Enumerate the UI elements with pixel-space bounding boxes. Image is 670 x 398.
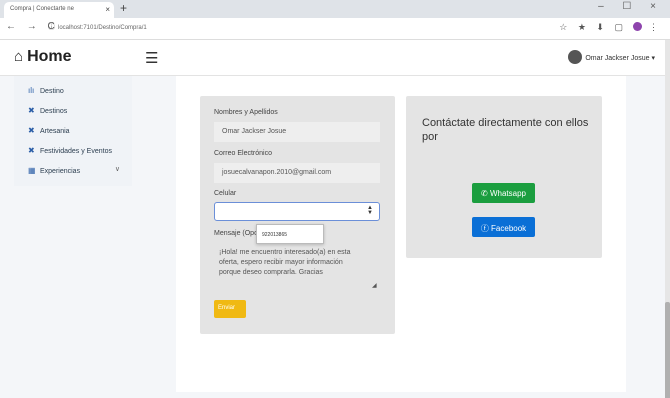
browser-toolbar: ☆ ★ ⬇ ▢ ⋮ [559, 22, 662, 33]
message-label: Mensaje (Opc [214, 230, 258, 237]
whatsapp-button[interactable]: ✆ Whatsapp [472, 183, 535, 203]
info-icon[interactable]: ⓘ [48, 24, 55, 31]
email-label: Correo Electrónico [214, 150, 272, 157]
purchase-form-panel: Nombres y Apellidos Omar Jackser Josue C… [200, 96, 395, 334]
facebook-button[interactable]: ⓕ Facebook [472, 217, 535, 237]
contact-panel: Contáctate directamente con ellos por ✆ … [406, 96, 602, 258]
contact-title-line: Contáctate directamente con ellos [422, 117, 589, 129]
sidebar-item-label: Experiencias [40, 168, 81, 175]
contact-title-line: por [422, 131, 438, 143]
sidebar-item-artesania[interactable]: ✖ Artesania [14, 120, 132, 140]
whatsapp-icon: ✆ [481, 189, 488, 198]
sidebar-item-label: Destino [40, 88, 64, 95]
url-field[interactable]: ⓘ localhost:7101/Destino/Compra/1 [48, 22, 147, 32]
close-tab-icon[interactable]: × [105, 5, 110, 14]
tools-icon: ✖ [28, 126, 35, 135]
scrollbar-thumb[interactable] [665, 302, 670, 398]
sidebar-item-label: Artesania [40, 128, 70, 135]
sidebar-item-label: Festividades y Eventos [40, 148, 112, 155]
message-line: porque deseo comprarla. Gracias [219, 269, 323, 276]
browser-address-bar: ← → C ⓘ localhost:7101/Destino/Compra/1 ☆… [0, 18, 670, 40]
tab-title: Compra | Conectarte ne [10, 6, 74, 12]
autocomplete-suggestion[interactable]: 922013865 [256, 224, 324, 244]
message-textarea[interactable]: ¡Hola! me encuentro interesado(a) en est… [219, 248, 385, 278]
number-spinner-icon[interactable]: ▲ ▼ [367, 205, 373, 216]
browser-tabbar: Compra | Conectarte ne × + – ☐ × [0, 0, 670, 18]
sidebar-toggle-icon[interactable]: ☰ [145, 49, 158, 67]
phone-label: Celular [214, 190, 237, 197]
home-icon: ⌂ [14, 48, 24, 65]
name-field[interactable]: Omar Jackser Josue [214, 122, 380, 142]
chevron-down-icon: ∨ [114, 166, 120, 173]
email-value: josuecalvanapon.2010@gmail.com [222, 169, 332, 176]
phone-input[interactable]: ▲ ▼ [214, 202, 380, 221]
chart-icon: ılı [28, 86, 35, 95]
main-content: Nombres y Apellidos Omar Jackser Josue C… [176, 76, 626, 392]
window-controls[interactable]: – ☐ × [598, 1, 664, 12]
contact-title: Contáctate directamente con ellos por [422, 116, 594, 144]
message-line: oferta, espero recibir mayor información [219, 259, 343, 266]
facebook-label: Facebook [491, 224, 527, 233]
resize-handle-icon[interactable]: ◢ [372, 282, 377, 289]
tools-icon: ✖ [28, 106, 35, 115]
email-field[interactable]: josuecalvanapon.2010@gmail.com [214, 163, 380, 183]
sidebar-item-destino[interactable]: ılı Destino [14, 80, 132, 100]
home-label: Home [27, 48, 72, 65]
submit-button[interactable]: Enviar [214, 300, 246, 318]
home-link[interactable]: ⌂ Home [14, 48, 72, 66]
browser-toolbar-icons[interactable]: ☆ ★ ⬇ ▢ [559, 22, 627, 32]
app-header: ⌂ Home ☰ Omar Jackser Josue ▾ [0, 40, 665, 76]
grid-icon: ▦ [28, 166, 36, 175]
user-avatar-icon [568, 50, 583, 64]
whatsapp-label: Whatsapp [489, 189, 526, 198]
sidebar-item-experiencias[interactable]: ▦ Experiencias ∨ [14, 160, 132, 180]
browser-tab[interactable]: Compra | Conectarte ne × [4, 2, 114, 18]
name-label: Nombres y Apellidos [214, 109, 278, 116]
sidebar-item-destinos[interactable]: ✖ Destinos [14, 100, 132, 120]
page-scrollbar[interactable] [665, 40, 670, 398]
new-tab-button[interactable]: + [120, 1, 127, 15]
sidebar-item-label: Destinos [40, 108, 68, 115]
sidebar-item-festividades[interactable]: ✖ Festividades y Eventos [14, 140, 132, 160]
sidebar: ılı Destino ✖ Destinos ✖ Artesania ✖ Festivi… [14, 76, 132, 186]
name-value: Omar Jackser Josue [222, 128, 287, 135]
autocomplete-value: 922013865 [262, 232, 288, 238]
kebab-menu-icon[interactable]: ⋮ [649, 22, 662, 32]
profile-icon[interactable] [633, 22, 643, 31]
submit-label: Enviar [218, 305, 236, 311]
user-menu[interactable]: Omar Jackser Josue ▾ [568, 50, 655, 64]
message-line: ¡Hola! me encuentro interesado(a) en est… [219, 249, 351, 256]
user-name: Omar Jackser Josue ▾ [585, 55, 655, 62]
url-text: localhost:7101/Destino/Compra/1 [58, 25, 147, 31]
facebook-icon: ⓕ [480, 224, 489, 233]
tools-icon: ✖ [28, 146, 35, 155]
